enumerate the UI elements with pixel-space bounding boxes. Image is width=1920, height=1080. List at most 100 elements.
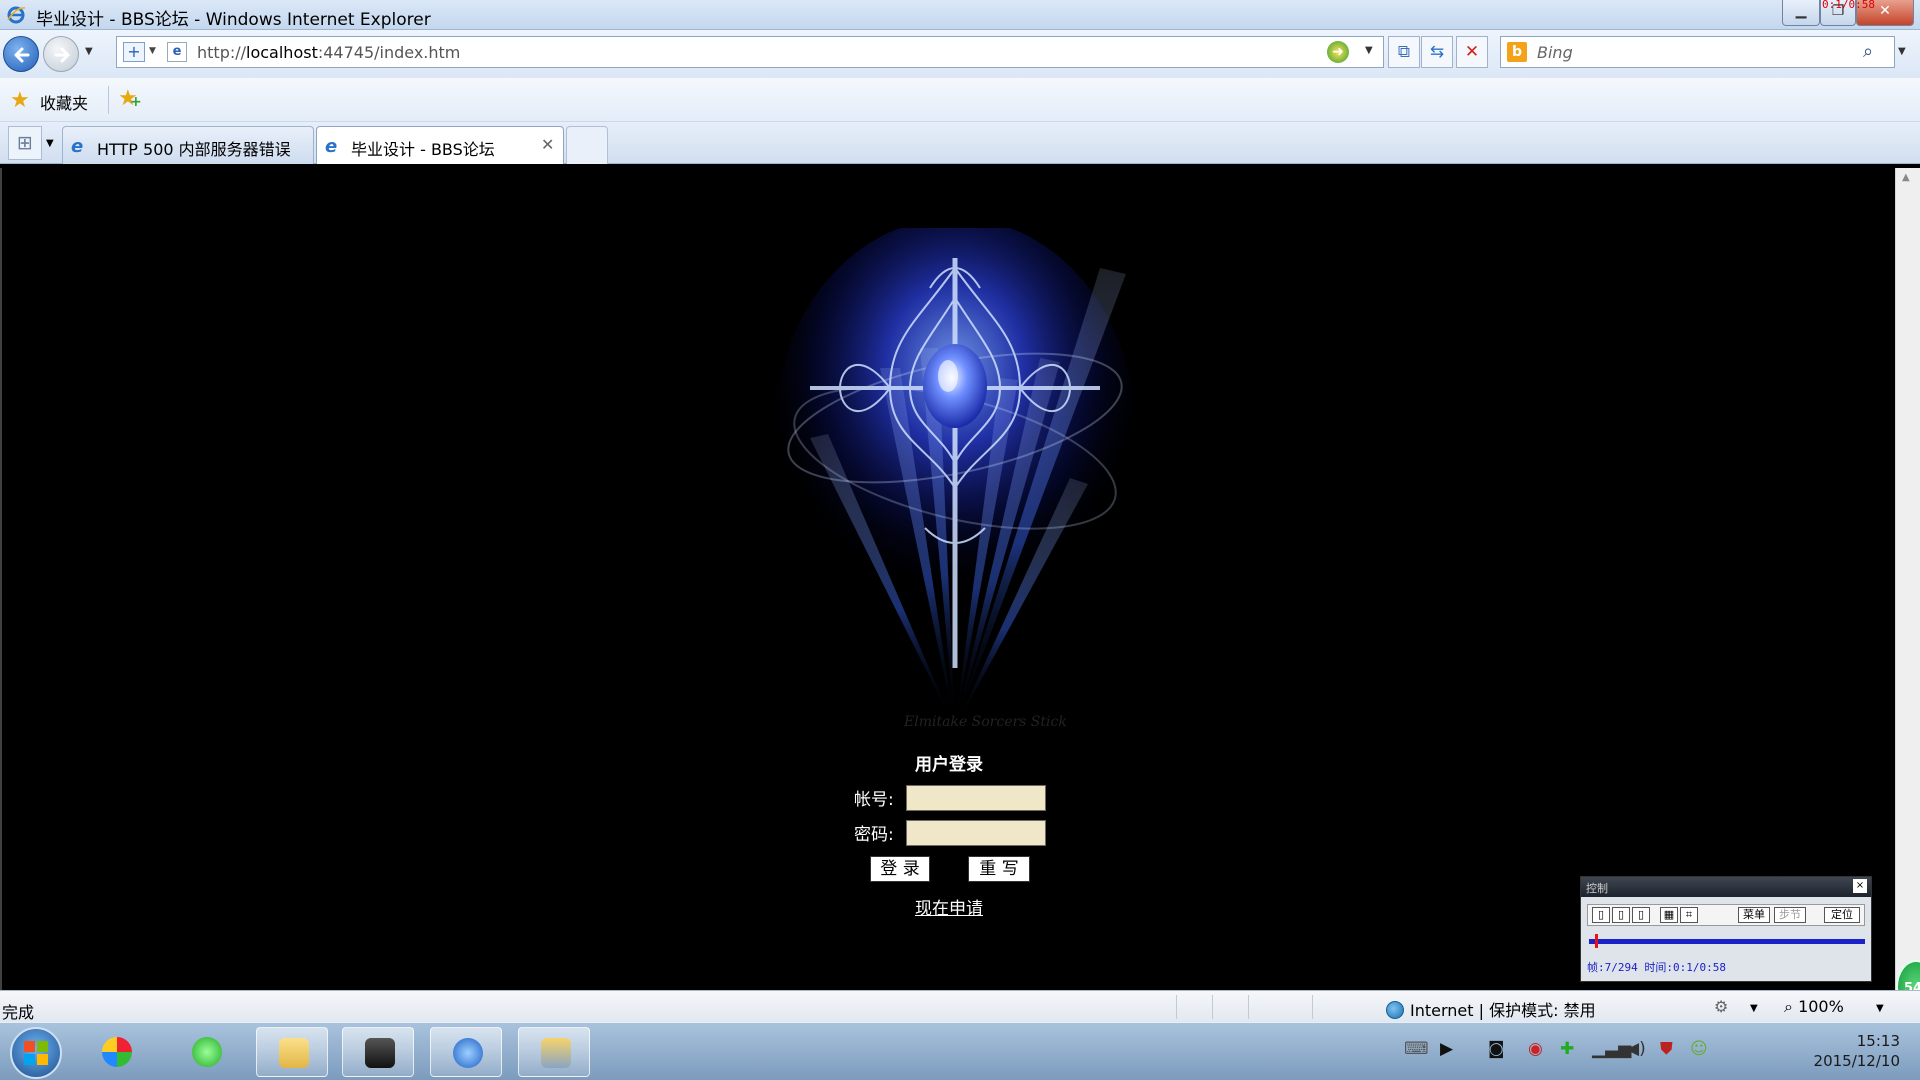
account-label: 帐号:	[854, 790, 894, 810]
zoom-magnifier-icon: ⌕	[1784, 997, 1793, 1016]
recorder-fullscreen-icon[interactable]: ⌗	[1680, 907, 1698, 923]
ie-page-icon: e	[71, 136, 84, 157]
status-divider	[1176, 995, 1177, 1019]
favorites-button[interactable]: 收藏夹	[40, 90, 88, 114]
security-shield-icon[interactable]: ⛊	[1660, 1039, 1673, 1059]
password-input[interactable]	[906, 820, 1046, 846]
taskbar-tools-app[interactable]	[518, 1027, 590, 1077]
record-icon[interactable]: ◉	[1528, 1039, 1543, 1059]
search-box[interactable]: b Bing ⌕	[1500, 36, 1895, 68]
quick-tabs-button[interactable]: ⊞	[8, 126, 42, 160]
recorder-next-icon[interactable]: ▯	[1632, 907, 1650, 923]
status-divider	[1312, 995, 1313, 1019]
recorder-pause-icon[interactable]: ▯	[1612, 907, 1630, 923]
zoom-text: 100%	[1798, 997, 1844, 1016]
favorites-star-icon[interactable]: ★	[10, 88, 30, 113]
url-host: localhost	[246, 43, 318, 62]
taskbar-graduation-app[interactable]	[342, 1027, 414, 1077]
password-label: 密码:	[854, 825, 894, 845]
recorder-window-icon[interactable]: ▦	[1660, 907, 1678, 923]
url-scheme: http://	[197, 43, 247, 62]
address-url[interactable]: http://localhost:44745/index.htm	[197, 43, 460, 62]
taskbar-explorer[interactable]	[256, 1027, 328, 1077]
tab-http-500-error[interactable]: e HTTP 500 内部服务器错误	[62, 126, 314, 164]
tab-bbs-forum[interactable]: e 毕业设计 - BBS论坛 ✕	[316, 126, 564, 164]
system-clock[interactable]: 15:13 2015/12/10	[1790, 1031, 1900, 1071]
taskbar-internet-explorer[interactable]	[430, 1027, 502, 1077]
windows-logo-icon	[24, 1041, 48, 1065]
page-sites-icon[interactable]: +	[123, 42, 145, 62]
tools-icon	[541, 1038, 571, 1068]
green-plus-icon[interactable]: ✚	[1560, 1039, 1574, 1059]
forward-button[interactable]	[43, 36, 79, 72]
compatibility-go-icon[interactable]: ➜	[1327, 41, 1349, 63]
stop-button[interactable]: ✕	[1456, 36, 1488, 68]
system-tray: ⌨ ▶ ◙ ◉ ✚ ▁▃▅ ◀) ⛊ ☺	[1404, 1037, 1724, 1065]
login-title: 用户登录	[915, 755, 983, 775]
recorder-frame-info: 帧:7/294 时间:0:1/0:58	[1587, 961, 1726, 974]
add-to-favorites-bar-icon[interactable]: ★ +	[118, 86, 142, 111]
recorder-panel-title: 控制	[1586, 882, 1608, 895]
close-icon: ✕	[1879, 3, 1891, 19]
tab-label: HTTP 500 内部服务器错误	[97, 140, 291, 159]
tab-list-dropdown-icon[interactable]: ▼	[46, 138, 54, 149]
recorder-close-icon[interactable]: ×	[1853, 879, 1867, 893]
ie-page-icon: e	[325, 136, 338, 157]
windows-taskbar: ⌨ ▶ ◙ ◉ ✚ ▁▃▅ ◀) ⛊ ☺ 15:13 2015/12/10	[0, 1022, 1920, 1080]
avatar-tray-icon[interactable]: ☺	[1690, 1039, 1708, 1059]
protected-mode-icon[interactable]: ⚙	[1714, 997, 1728, 1016]
tab-bar: ⊞ ▼ e HTTP 500 内部服务器错误 e 毕业设计 - BBS论坛 ✕	[0, 122, 1920, 164]
address-dropdown-icon[interactable]: ▼	[1365, 45, 1373, 56]
quick-tabs-grid-icon: ⊞	[17, 132, 33, 154]
login-button[interactable]: 登 录	[870, 856, 930, 882]
close-tab-icon[interactable]: ✕	[541, 135, 554, 154]
recent-pages-dropdown-icon[interactable]: ▼	[85, 46, 93, 57]
reset-button[interactable]: 重 写	[968, 856, 1030, 882]
account-input[interactable]	[906, 785, 1046, 811]
ie-logo-icon	[6, 5, 26, 29]
minimize-button[interactable]: ▁	[1782, 0, 1820, 26]
window-title: 毕业设计 - BBS论坛 - Windows Internet Explorer	[36, 10, 431, 30]
taskbar-app-green[interactable]	[170, 1027, 242, 1077]
clock-date: 2015/12/10	[1813, 1052, 1900, 1070]
recorder-locate-button[interactable]: 定位	[1824, 907, 1860, 923]
play-icon[interactable]: ▶	[1440, 1039, 1453, 1059]
url-path: :44745/index.htm	[317, 43, 461, 62]
zoom-level[interactable]: ⌕ 100%	[1784, 997, 1844, 1017]
start-button[interactable]	[10, 1027, 62, 1079]
back-arrow-icon	[14, 47, 30, 63]
recorder-step-button[interactable]: 步节	[1774, 907, 1806, 923]
new-tab-button[interactable]	[566, 126, 608, 164]
back-button[interactable]	[3, 36, 39, 72]
vertical-scrollbar[interactable]: ▲	[1895, 168, 1920, 990]
status-divider	[1248, 995, 1249, 1019]
scroll-up-icon[interactable]: ▲	[1902, 172, 1910, 183]
security-zone[interactable]: Internet | 保护模式: 禁用	[1386, 997, 1596, 1021]
recorder-progress-track[interactable]	[1589, 939, 1865, 944]
favorites-separator	[108, 86, 109, 114]
taskbar-app-colorful[interactable]	[80, 1027, 152, 1077]
recorder-prev-icon[interactable]: ▯	[1592, 907, 1610, 923]
compatibility-view-button[interactable]: ⧉	[1388, 36, 1420, 68]
refresh-button[interactable]: ⇆	[1421, 36, 1453, 68]
navigation-bar: ▼ + ▼ e http://localhost:44745/index.htm…	[0, 30, 1920, 78]
volume-icon[interactable]: ◀)	[1626, 1039, 1646, 1059]
recorder-button-row: ▯ ▯ ▯ ▦ ⌗ 菜单 步节 定位	[1587, 904, 1865, 926]
camera-icon[interactable]: ◙	[1488, 1039, 1505, 1059]
protected-mode-dropdown-icon[interactable]: ▼	[1750, 1003, 1758, 1014]
search-options-dropdown-icon[interactable]: ▼	[1898, 46, 1906, 57]
favorites-bar: ★ 收藏夹 ★ +	[0, 78, 1920, 122]
recorder-progress-handle[interactable]	[1594, 934, 1598, 948]
folder-icon	[279, 1038, 309, 1068]
security-zone-text: Internet | 保护模式: 禁用	[1410, 1001, 1596, 1020]
keyboard-icon[interactable]: ⌨	[1404, 1039, 1429, 1059]
search-icon[interactable]: ⌕	[1863, 41, 1873, 62]
address-bar[interactable]: + ▼ e http://localhost:44745/index.htm ➜…	[116, 36, 1384, 68]
screen: { "window": { "title": "毕业设计 - BBS论坛 - W…	[0, 0, 1920, 1080]
page-sites-dropdown-icon[interactable]: ▼	[149, 46, 156, 56]
graduation-cap-icon	[365, 1038, 395, 1068]
zoom-dropdown-icon[interactable]: ▼	[1876, 1003, 1884, 1014]
compatibility-view-icon: ⧉	[1397, 42, 1411, 62]
status-text: 完成	[2, 1003, 35, 1022]
recorder-menu-button[interactable]: 菜单	[1738, 907, 1770, 923]
